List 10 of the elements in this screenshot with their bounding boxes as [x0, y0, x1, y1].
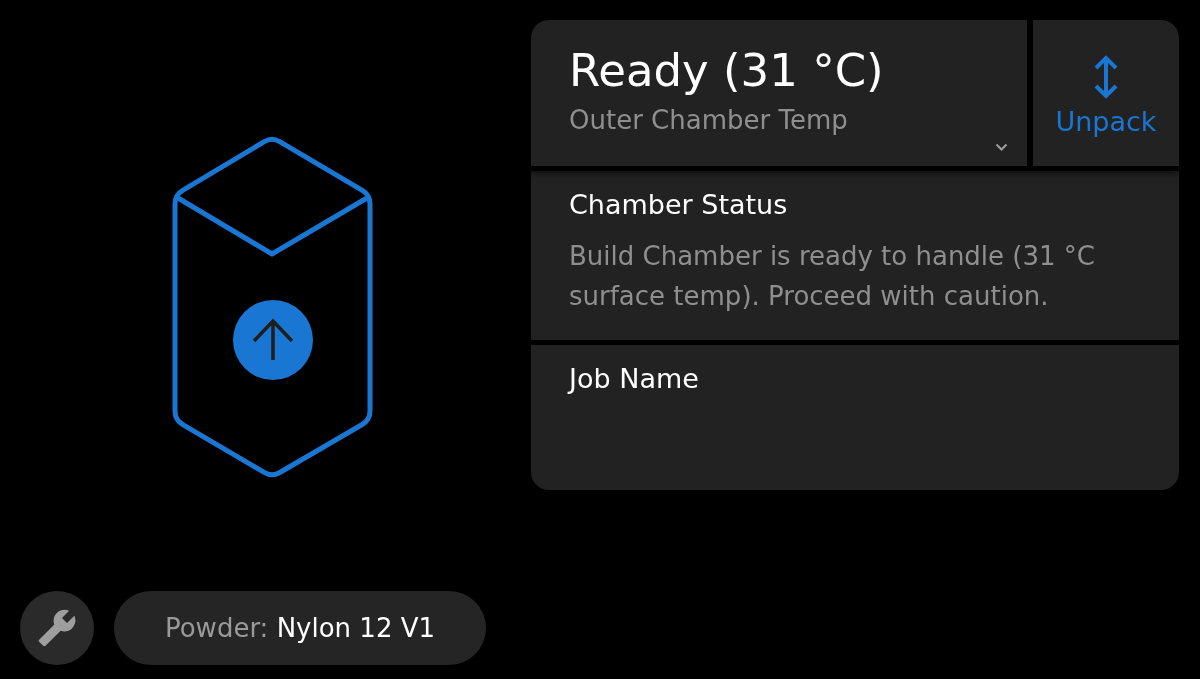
status-dropdown[interactable]: Ready (31 °C) Outer Chamber Temp: [531, 20, 1027, 166]
status-title: Ready (31 °C): [569, 45, 885, 97]
wrench-icon: [37, 608, 77, 648]
powder-button[interactable]: Powder: Nylon 12 V1: [114, 591, 486, 665]
up-down-arrow-icon: [1093, 54, 1119, 99]
chevron-down-icon: [995, 143, 1008, 151]
section-title: Job Name: [569, 363, 700, 395]
section-description: Build Chamber is ready to handle (31 °C surface temp). Proceed with caution.: [569, 240, 1096, 313]
section-title: Chamber Status: [569, 189, 789, 221]
status-subtitle: Outer Chamber Temp: [569, 105, 849, 136]
